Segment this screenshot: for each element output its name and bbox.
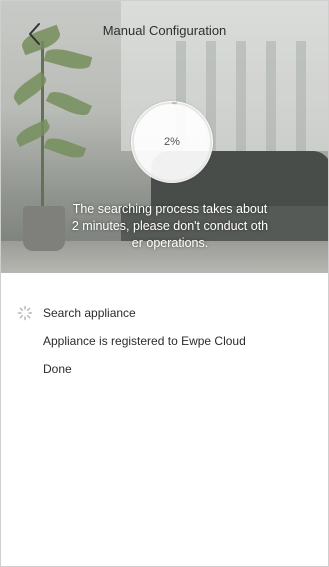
step-label: Done [43,362,72,376]
notice-line: 2 minutes, please don't conduct oth [71,219,269,233]
header-bar: Manual Configuration [1,1,328,63]
steps-list: Search appliance Appliance is registered… [1,273,328,566]
step-label: Search appliance [43,306,136,320]
step-search-appliance: Search appliance [1,302,328,326]
hero-background: Manual Configuration 2% The searching pr… [1,1,328,273]
step-cloud-registration: Appliance is registered to Ewpe Cloud [1,330,328,354]
page-title: Manual Configuration [102,23,227,38]
progress-indicator: 2% [131,101,213,183]
chevron-left-icon [29,23,40,45]
progress-ring [132,102,212,182]
screen: Manual Configuration 2% The searching pr… [0,0,329,567]
notice-line: er operations. [131,236,209,250]
loading-spinner-icon [17,305,33,321]
step-done: Done [1,358,328,382]
notice-text: The searching process takes about 2 minu… [45,201,295,252]
step-label: Appliance is registered to Ewpe Cloud [43,334,246,348]
notice-line: The searching process takes about [72,202,268,216]
back-button[interactable] [23,19,49,49]
